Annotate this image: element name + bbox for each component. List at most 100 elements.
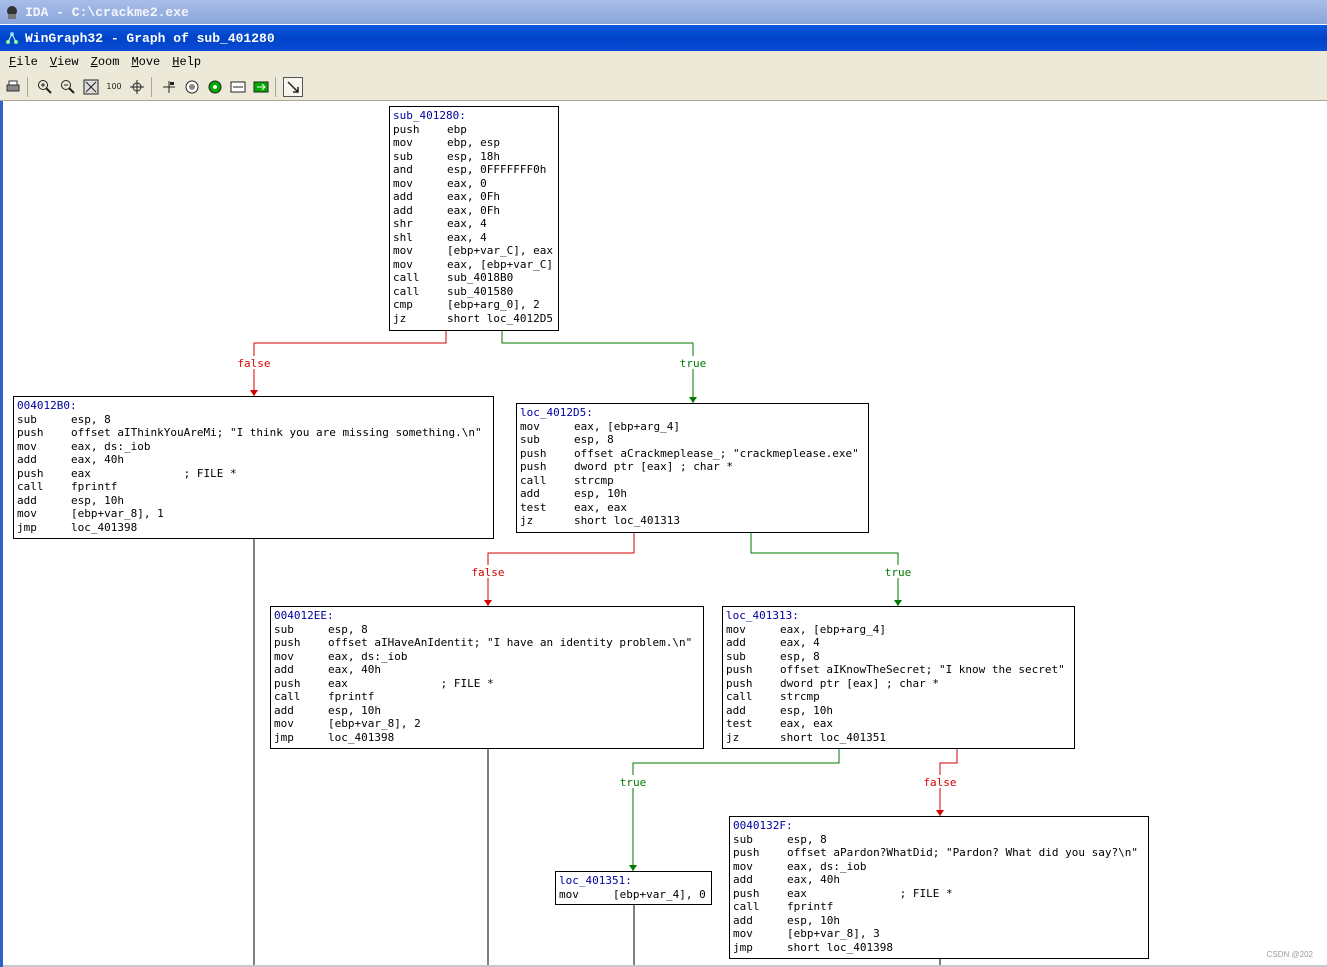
operands: eax, ds:_iob (328, 649, 408, 663)
operands: esp, 10h (574, 487, 627, 500)
graph-node-n0[interactable]: sub_401280: push ebp mov ebp, esp sub esp, 18h… (389, 106, 559, 331)
graph-node-n5[interactable]: loc_401351: mov [ebp+var_4], 0 (555, 871, 712, 905)
instruction-line: push eax ; FILE * (274, 677, 700, 691)
graph-node-n1[interactable]: 004012B0: sub esp, 8 push offset aIThinkYouA… (13, 396, 494, 539)
mnemonic: shr (393, 217, 413, 230)
operands: [ebp+var_8], 3 (787, 927, 880, 940)
mnemonic: push (520, 446, 547, 460)
toolbar-separator (151, 76, 152, 97)
instruction-line: call fprintf (733, 900, 1145, 914)
mnemonic: and (393, 163, 413, 176)
instruction-line: sub esp, 8 (274, 623, 700, 637)
operands: dword ptr [eax] ; char * (780, 676, 939, 690)
mnemonic: call (733, 900, 760, 913)
mnemonic: push (17, 426, 44, 439)
operands: eax ; FILE * (787, 886, 953, 900)
graph-node-n4[interactable]: loc_401313: mov eax, [ebp+arg_4] add eax, 4s… (722, 606, 1075, 749)
instruction-line: add eax, 0Fh (393, 190, 555, 204)
menu-file[interactable]: File (9, 55, 38, 69)
instruction-line: add esp, 10h (274, 704, 700, 718)
instruction-line: cmp [ebp+arg_0], 2 (393, 298, 555, 312)
instruction-line: sub esp, 18h (393, 150, 555, 164)
operands: loc_401398 (71, 520, 138, 534)
zoom-out-icon[interactable] (58, 77, 78, 97)
instruction-line: mov eax, [ebp+var_C] (393, 258, 555, 272)
layout-icon[interactable] (228, 77, 248, 97)
operands: offset aIKnowTheSecret; "I know the secr… (780, 663, 1065, 676)
operands: loc_401398 (328, 730, 395, 744)
graph-node-n6[interactable]: 0040132F: sub esp, 8 push offset aPardon?Wha… (729, 816, 1149, 959)
move-icon[interactable] (159, 77, 179, 97)
node-label: 0040132F: (733, 819, 793, 832)
print-icon[interactable] (3, 77, 23, 97)
instruction-line: add eax, 4 (726, 636, 1071, 650)
operands: short loc_401398 (787, 940, 893, 954)
navigate-icon[interactable] (251, 77, 271, 97)
operands: eax, ds:_iob (71, 439, 151, 453)
mnemonic: push (726, 676, 753, 690)
ida-title-bar[interactable]: IDA - C:\crackme2.exe (0, 0, 1327, 24)
mnemonic: push (274, 636, 301, 649)
instruction-line: jmp short loc_401398 (733, 941, 1145, 955)
mnemonic: test (726, 717, 753, 730)
select-arrow-icon[interactable] (283, 76, 303, 97)
graph-node-n2[interactable]: loc_4012D5: mov eax, [ebp+arg_4] sub esp, 8p… (516, 403, 869, 533)
menu-move[interactable]: Move (131, 55, 160, 69)
menu-zoom[interactable]: Zoom (91, 55, 120, 69)
operands: eax ; FILE * (71, 466, 237, 480)
instruction-line: call sub_401580 (393, 285, 555, 299)
mnemonic: mov (393, 257, 413, 271)
instruction-line: push eax ; FILE * (733, 887, 1145, 901)
mnemonic: jz (393, 311, 407, 325)
instruction-line: add esp, 10h (17, 494, 490, 508)
instruction-line: add esp, 10h (520, 487, 865, 501)
mnemonic: push (733, 846, 760, 859)
ida-window-title: IDA - C:\crackme2.exe (25, 4, 189, 20)
radar-icon[interactable] (182, 77, 202, 97)
operands: esp, 8 (328, 622, 368, 636)
instruction-line: mov eax, ds:_iob (17, 440, 490, 454)
fit-window-icon[interactable] (81, 77, 101, 97)
mnemonic: jz (726, 730, 740, 744)
operands: eax, ds:_iob (787, 859, 867, 873)
operands: strcmp (780, 690, 820, 703)
operands: eax, eax (574, 500, 627, 514)
wingraph-title-bar[interactable]: WinGraph32 - Graph of sub_401280 (0, 25, 1327, 51)
instruction-line: add eax, 40h (274, 663, 700, 677)
instruction-line: mov eax, ds:_iob (733, 860, 1145, 874)
graph-canvas[interactable]: false true false true true false sub_401280: p… (0, 101, 1327, 967)
wingraph-window-title: WinGraph32 - Graph of sub_401280 (25, 30, 275, 46)
instruction-line: and esp, 0FFFFFFF0h (393, 163, 555, 177)
mnemonic: push (520, 460, 547, 473)
operands: eax, 40h (328, 663, 381, 676)
center-icon[interactable] (127, 77, 147, 97)
instruction-line: call fprintf (274, 690, 700, 704)
instruction-line: sub esp, 8 (733, 833, 1145, 847)
mnemonic: add (393, 203, 413, 217)
instruction-line: shr eax, 4 (393, 217, 555, 231)
watermark: CSDN @202 (1266, 950, 1313, 959)
menu-help[interactable]: Help (172, 55, 201, 69)
operands: eax, [ebp+arg_4] (574, 419, 680, 433)
instruction-line: mov [ebp+var_8], 1 (17, 507, 490, 521)
zoom-in-icon[interactable] (35, 77, 55, 97)
menu-view[interactable]: View (50, 55, 79, 69)
mnemonic: mov (17, 507, 37, 520)
mnemonic: mov (393, 176, 413, 190)
node-label: 004012B0: (17, 399, 77, 412)
instruction-line: jz short loc_401351 (726, 731, 1071, 745)
mnemonic: sub (733, 832, 753, 846)
zoom-100-icon[interactable]: 100 (104, 77, 124, 97)
mnemonic: call (726, 690, 753, 703)
instruction-line: jmp loc_401398 (17, 521, 490, 535)
operands: [ebp+var_8], 2 (328, 717, 421, 730)
mnemonic: mov (17, 439, 37, 453)
operands: sub_401580 (447, 284, 514, 298)
instruction-line: sub esp, 8 (520, 433, 865, 447)
mnemonic: add (520, 487, 540, 500)
operands: esp, 8 (574, 433, 614, 446)
instruction-line: sub esp, 8 (726, 650, 1071, 664)
graph-node-n3[interactable]: 004012EE: sub esp, 8 push offset aIHaveAnIde… (270, 606, 704, 749)
green-dot-icon[interactable] (205, 77, 225, 97)
node-label: loc_401313: (726, 609, 799, 622)
